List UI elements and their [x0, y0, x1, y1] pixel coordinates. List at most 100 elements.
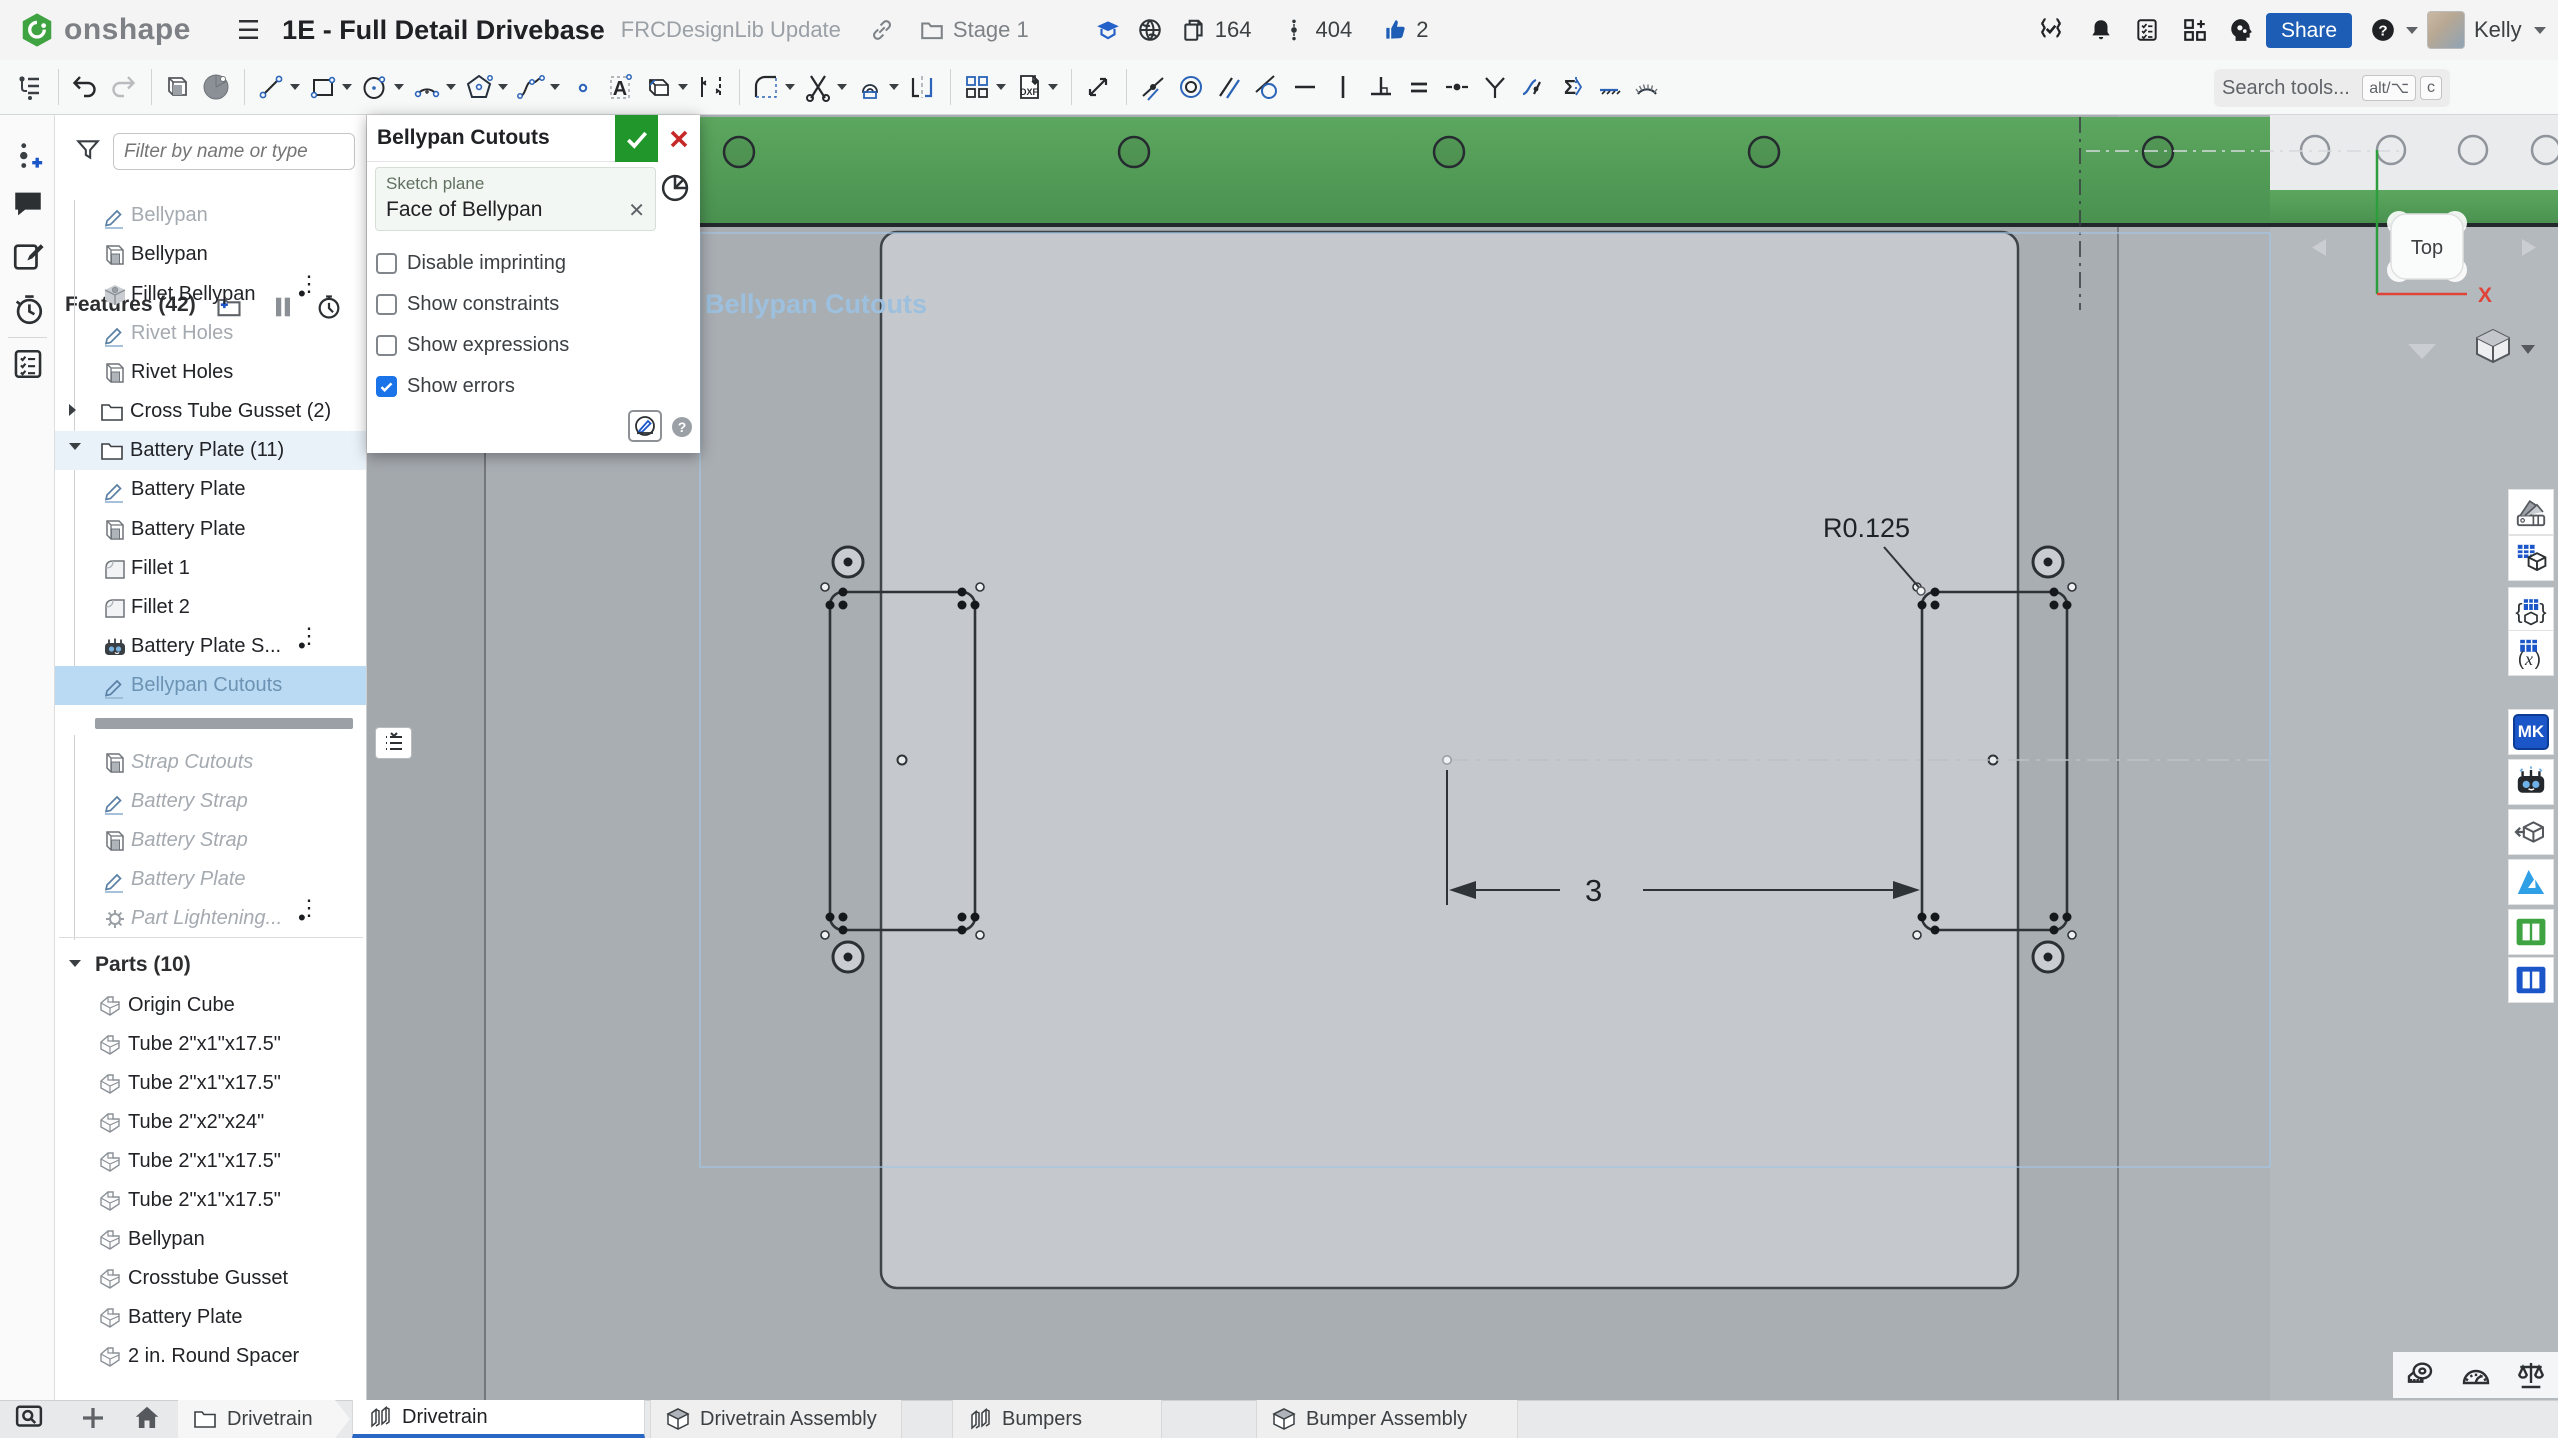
- feature-row[interactable]: Battery Plate (11): [55, 431, 367, 470]
- rectangle-dropdown-icon[interactable]: [342, 84, 352, 90]
- user-menu-caret-icon[interactable]: [2534, 27, 2546, 34]
- tab-drivetrain[interactable]: Drivetrain: [178, 1400, 350, 1438]
- share-button[interactable]: Share: [2266, 13, 2352, 48]
- offset-tool[interactable]: [693, 67, 729, 107]
- copies-icon[interactable]: [1179, 15, 1209, 45]
- feature-row[interactable]: Battery Plate S...⋮•: [55, 627, 367, 666]
- part-row[interactable]: Battery Plate: [55, 1298, 367, 1337]
- part-row[interactable]: Tube 2"x2"x24": [55, 1103, 367, 1142]
- line-tool[interactable]: [253, 67, 303, 107]
- tangent-tool[interactable]: [1249, 67, 1285, 107]
- arc-tool[interactable]: [409, 67, 459, 107]
- confirm-button[interactable]: [615, 115, 658, 162]
- link-icon[interactable]: [867, 15, 897, 45]
- help-caret-icon[interactable]: [2406, 27, 2418, 34]
- isometric-view-button[interactable]: [2477, 330, 2509, 362]
- tape-measure-icon[interactable]: [2405, 1359, 2437, 1391]
- onshape-logo[interactable]: onshape: [18, 11, 191, 49]
- coincident-tool[interactable]: [1135, 67, 1171, 107]
- sketch-plane-field[interactable]: Sketch plane Face of Bellypan ✕: [375, 167, 656, 231]
- feature-row[interactable]: Battery Strap: [55, 821, 367, 860]
- part-row[interactable]: Tube 2"x1"x17.5": [55, 1181, 367, 1220]
- feature-row[interactable]: Fillet Bellypan⋮•: [55, 275, 367, 314]
- feature-row[interactable]: Bellypan: [55, 235, 367, 274]
- trim-dropdown-icon[interactable]: [837, 84, 847, 90]
- ai-assistant-icon[interactable]: [2226, 15, 2256, 45]
- like-icon[interactable]: [1380, 15, 1410, 45]
- part-row[interactable]: Origin Cube: [55, 986, 367, 1025]
- expand-chevron-icon[interactable]: [69, 404, 76, 416]
- part-row[interactable]: Tube 2"x1"x17.5": [55, 1025, 367, 1064]
- redo-tool[interactable]: [105, 67, 141, 107]
- learning-icon[interactable]: [1093, 15, 1123, 45]
- pierce-tool[interactable]: [1591, 67, 1627, 107]
- rectangle-tool[interactable]: [305, 67, 355, 107]
- user-name[interactable]: Kelly: [2474, 17, 2522, 43]
- configuration-inputs-button[interactable]: {}: [2508, 587, 2554, 633]
- revolve-solid-tool[interactable]: [198, 67, 234, 107]
- bom-list-icon[interactable]: [11, 347, 45, 381]
- robot-app-button[interactable]: [2508, 759, 2554, 805]
- feature-suppress-dots-icon[interactable]: ⋮•: [298, 903, 320, 923]
- checkbox-icon[interactable]: [376, 253, 397, 274]
- transform-tool[interactable]: [1080, 67, 1116, 107]
- extrude-solid-tool[interactable]: [160, 67, 196, 107]
- dxf-import-tool[interactable]: DXF: [1011, 67, 1061, 107]
- checkbox-icon[interactable]: [376, 376, 397, 397]
- feature-row[interactable]: Rivet Holes: [55, 353, 367, 392]
- featurescript-icon[interactable]: [2036, 15, 2066, 45]
- help-icon[interactable]: ?: [2368, 15, 2398, 45]
- sketch-fillet-dropdown-icon[interactable]: [785, 84, 795, 90]
- part-row[interactable]: Tube 2"x1"x17.5": [55, 1064, 367, 1103]
- undo-tool[interactable]: [67, 67, 103, 107]
- mirror-tool[interactable]: [904, 67, 940, 107]
- workspace-name[interactable]: Stage 1: [953, 17, 1029, 43]
- paste-sketch-tool[interactable]: [852, 67, 902, 107]
- release-notes-icon[interactable]: [11, 240, 45, 274]
- sketch-name-input[interactable]: [375, 121, 613, 155]
- pattern-tool[interactable]: [959, 67, 1009, 107]
- feature-row[interactable]: Battery Strap: [55, 782, 367, 821]
- checkbox-icon[interactable]: [376, 335, 397, 356]
- feature-row[interactable]: Strap Cutouts: [55, 743, 367, 782]
- horizontal-tool[interactable]: [1287, 67, 1323, 107]
- green-library-button[interactable]: [2508, 909, 2554, 955]
- scale-sigma-tool[interactable]: Σ: [1553, 67, 1589, 107]
- public-globe-icon[interactable]: [1135, 15, 1165, 45]
- cancel-button[interactable]: [658, 115, 700, 162]
- fix-tool[interactable]: [1629, 67, 1665, 107]
- home-button[interactable]: [132, 1403, 166, 1435]
- circle-tool[interactable]: [357, 67, 407, 107]
- apps-grid-icon[interactable]: [2180, 15, 2210, 45]
- solid-model-toggle-icon[interactable]: [660, 173, 690, 203]
- sketch-text-tool[interactable]: A: [603, 67, 639, 107]
- view-cube[interactable]: Top: [2387, 211, 2467, 282]
- tasks-icon[interactable]: [2132, 15, 2162, 45]
- polygon-dropdown-icon[interactable]: [498, 84, 508, 90]
- symmetric-tool[interactable]: [1477, 67, 1513, 107]
- tab-bumpers[interactable]: Bumpers: [952, 1400, 1162, 1438]
- feature-suppress-dots-icon[interactable]: ⋮•: [298, 279, 320, 299]
- feature-row[interactable]: Part Lightening...⋮•: [55, 899, 367, 938]
- part-row[interactable]: Crosstube Gusset: [55, 1259, 367, 1298]
- concentric-tool[interactable]: [1173, 67, 1209, 107]
- tab-drivetrain[interactable]: Drivetrain: [352, 1400, 645, 1438]
- left-rect-center-point[interactable]: [898, 756, 907, 765]
- mass-properties-icon[interactable]: [2515, 1359, 2547, 1391]
- trim-tool[interactable]: [800, 67, 850, 107]
- collapse-chevron-icon[interactable]: [69, 443, 81, 450]
- tab-drivetrain-assembly[interactable]: Drivetrain Assembly: [650, 1400, 902, 1438]
- tab-bumper-assembly[interactable]: Bumper Assembly: [1256, 1400, 1518, 1438]
- feature-suppress-dots-icon[interactable]: ⋮•: [298, 631, 320, 651]
- notifications-bell-icon[interactable]: [2086, 15, 2116, 45]
- show-sketch-only-button[interactable]: [628, 410, 662, 442]
- point-tool[interactable]: [565, 67, 601, 107]
- feature-row[interactable]: Cross Tube Gusset (2): [55, 392, 367, 431]
- blue-library-button[interactable]: [2508, 957, 2554, 1003]
- feature-row[interactable]: Battery Plate: [55, 470, 367, 509]
- new-tab-button[interactable]: [78, 1403, 112, 1435]
- variable-table-button[interactable]: (x): [2508, 630, 2554, 676]
- paste-sketch-dropdown-icon[interactable]: [889, 84, 899, 90]
- perpendicular-tool[interactable]: [1363, 67, 1399, 107]
- sketch-entity-list-toggle[interactable]: [375, 727, 412, 759]
